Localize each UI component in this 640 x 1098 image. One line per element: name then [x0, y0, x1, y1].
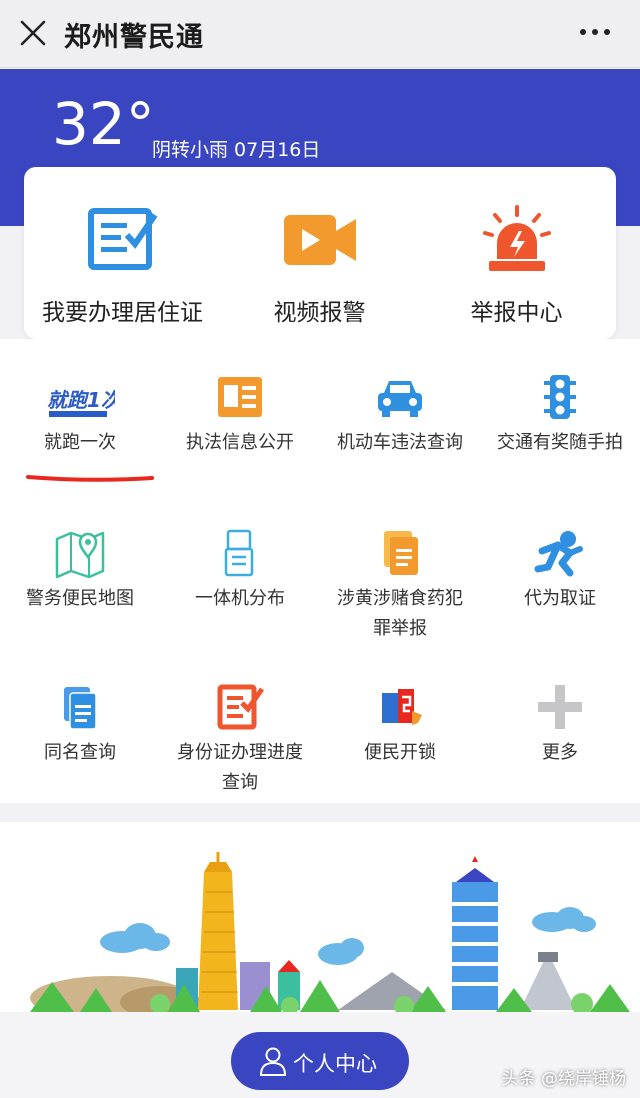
- video-camera-icon: [283, 215, 356, 265]
- car-icon: [378, 381, 422, 417]
- service-label: 涉黄涉赌食药犯罪举报: [337, 588, 463, 639]
- unlock-icon: [382, 689, 422, 725]
- service-unlock[interactable]: 便民开锁: [320, 649, 480, 799]
- quick-actions-card: 我要办理居住证 视频报警 举报中心: [24, 167, 616, 339]
- service-id-card-progress[interactable]: 身份证办理进度查询: [160, 649, 320, 799]
- service-vehicle-violation[interactable]: 机动车违法查询: [320, 339, 480, 489]
- report-document-icon: [384, 531, 418, 575]
- weather-description: 阴转小雨 07月16日: [152, 139, 321, 161]
- service-label: 执法信息公开: [186, 432, 294, 453]
- red-handwritten-underline: [26, 475, 154, 482]
- city-skyline-illustration: [0, 822, 640, 1022]
- service-label: 更多: [542, 742, 578, 763]
- personal-center-label: 个人中心: [293, 1052, 377, 1076]
- page-title: 郑州警民通: [64, 22, 204, 53]
- service-label: 交通有奖随手拍: [497, 432, 623, 453]
- id-card-icon: [218, 377, 262, 417]
- service-label: 警务便民地图: [26, 588, 134, 609]
- skyline-illustration: [30, 852, 630, 1020]
- temperature: 32°: [52, 90, 155, 158]
- service-label: 一体机分布: [195, 588, 285, 609]
- edit-form-icon: [217, 684, 265, 730]
- quick-action-label: 视频报警: [273, 300, 366, 326]
- user-icon: [259, 1047, 287, 1076]
- service-label: 同名查询: [44, 742, 116, 763]
- alarm-siren-icon: [482, 205, 551, 271]
- service-run-once[interactable]: 就跑1次 就跑一次: [0, 339, 160, 489]
- personal-center-button[interactable]: 个人中心: [231, 1032, 409, 1090]
- more-options-icon[interactable]: [578, 22, 612, 42]
- quick-action-residence-permit[interactable]: 我要办理居住证: [24, 167, 221, 339]
- run-once-logo-icon: 就跑1次: [47, 388, 115, 417]
- service-crime-report[interactable]: 涉黄涉赌食药犯罪举报: [320, 495, 480, 645]
- services-grid: 就跑1次 就跑一次 执法信息公开 机动车违法查询 交通有奖随手拍 警务便民地图 …: [0, 339, 640, 803]
- residence-permit-icon: [87, 208, 157, 270]
- service-label: 便民开锁: [364, 742, 436, 763]
- service-label: 机动车违法查询: [337, 432, 463, 453]
- quick-action-report-center[interactable]: 举报中心: [418, 167, 615, 339]
- kiosk-icon: [224, 529, 254, 577]
- service-law-enforcement-info[interactable]: 执法信息公开: [160, 339, 320, 489]
- service-label: 就跑一次: [44, 432, 116, 453]
- service-police-map[interactable]: 警务便民地图: [0, 495, 160, 645]
- watermark: 头条 @绕岸锤杨: [501, 1069, 626, 1089]
- service-more[interactable]: 更多: [480, 649, 640, 799]
- service-same-name-query[interactable]: 同名查询: [0, 649, 160, 799]
- quick-action-label: 举报中心: [470, 300, 563, 326]
- service-proxy-evidence[interactable]: 代为取证: [480, 495, 640, 645]
- plus-icon: [538, 685, 582, 729]
- quick-action-label: 我要办理居住证: [42, 300, 203, 326]
- documents-icon: [64, 687, 97, 730]
- service-label: 身份证办理进度查询: [177, 742, 303, 793]
- map-pin-icon: [55, 531, 105, 579]
- traffic-light-icon: [544, 375, 576, 419]
- runner-icon: [534, 531, 583, 577]
- service-kiosk-distribution[interactable]: 一体机分布: [160, 495, 320, 645]
- close-icon[interactable]: [16, 16, 50, 50]
- run-once-logo-text: 就跑1次: [47, 388, 115, 412]
- service-label: 代为取证: [524, 588, 596, 609]
- quick-action-video-alarm[interactable]: 视频报警: [221, 167, 418, 339]
- top-bar: 郑州警民通: [0, 0, 640, 68]
- service-traffic-photo-reward[interactable]: 交通有奖随手拍: [480, 339, 640, 489]
